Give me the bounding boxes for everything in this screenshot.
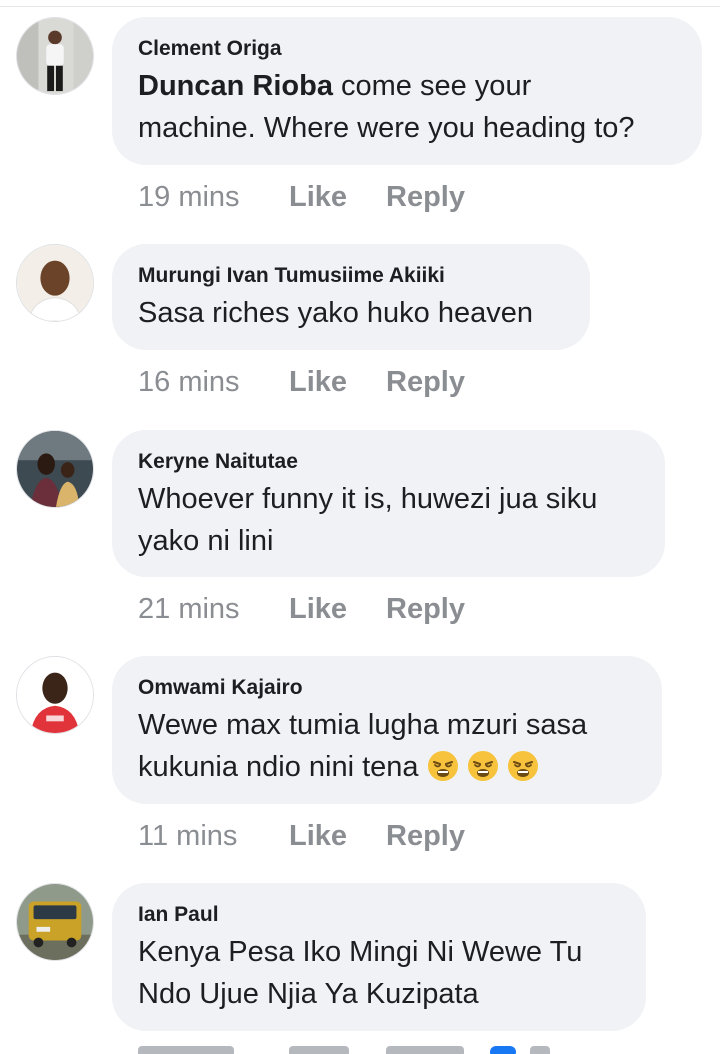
reaction-count-fragment <box>530 1046 550 1054</box>
comment-text: Sasa riches yako huko heaven <box>138 297 533 329</box>
reaction-icon <box>490 1046 516 1054</box>
avatar[interactable] <box>16 17 94 95</box>
comment-text: Wewe max tumia lugha mzuri sasa kukunia … <box>138 704 636 788</box>
like-button[interactable]: Like <box>289 593 347 626</box>
divider <box>0 6 720 7</box>
comment-text-line: Kenya Pesa Iko Mingi Ni Wewe Tu <box>138 936 583 968</box>
avatar[interactable] <box>16 883 94 961</box>
comment-text: Duncan Rioba come see your machine. Wher… <box>138 65 676 149</box>
comment-bubble: Clement Origa Duncan Rioba come see your… <box>112 17 702 165</box>
like-button[interactable]: Like <box>289 820 347 853</box>
comment-text-part: come see your <box>332 70 532 102</box>
comments-feed: Clement Origa Duncan Rioba come see your… <box>0 0 720 1054</box>
comment-timestamp[interactable]: 16 mins <box>138 366 240 399</box>
mention-link[interactable]: Duncan Rioba <box>138 70 333 102</box>
comment-timestamp[interactable]: 21 mins <box>138 593 240 626</box>
comment-author[interactable]: Omwami Kajairo <box>138 676 636 700</box>
like-fragment <box>289 1046 349 1054</box>
reply-button[interactable]: Reply <box>386 593 465 626</box>
reply-button[interactable]: Reply <box>386 181 465 214</box>
comment-bubble: Ian Paul Kenya Pesa Iko Mingi Ni Wewe Tu… <box>112 883 646 1031</box>
weary-face-icon <box>507 750 539 782</box>
weary-face-icon <box>467 750 499 782</box>
comment-text-line: Ndo Ujue Njia Ya Kuzipata <box>138 978 479 1010</box>
like-button[interactable]: Like <box>289 181 347 214</box>
comment-text-line: Wewe max tumia lugha mzuri sasa <box>138 709 588 741</box>
comment-author[interactable]: Murungi Ivan Tumusiime Akiiki <box>138 264 564 288</box>
comment-text: Whoever funny it is, huwezi jua siku yak… <box>138 478 639 562</box>
weary-face-icon <box>427 750 459 782</box>
comment-author[interactable]: Keryne Naitutae <box>138 450 639 474</box>
timestamp-fragment <box>138 1046 234 1054</box>
reply-button[interactable]: Reply <box>386 366 465 399</box>
comment-author[interactable]: Clement Origa <box>138 37 676 61</box>
comment-timestamp[interactable]: 11 mins <box>138 820 237 853</box>
comment-bubble: Murungi Ivan Tumusiime Akiiki Sasa riche… <box>112 244 590 350</box>
avatar[interactable] <box>16 656 94 734</box>
like-button[interactable]: Like <box>289 366 347 399</box>
reply-fragment <box>386 1046 464 1054</box>
comment-text-line: machine. Where were you heading to? <box>138 112 635 144</box>
avatar[interactable] <box>16 244 94 322</box>
comment-author[interactable]: Ian Paul <box>138 903 620 927</box>
comment-bubble: Omwami Kajairo Wewe max tumia lugha mzur… <box>112 656 662 804</box>
comment-text: Kenya Pesa Iko Mingi Ni Wewe Tu Ndo Ujue… <box>138 931 620 1015</box>
comment-actions-partial <box>138 1046 558 1054</box>
reply-button[interactable]: Reply <box>386 820 465 853</box>
comment-bubble: Keryne Naitutae Whoever funny it is, huw… <box>112 430 665 577</box>
comment-text-line: yako ni lini <box>138 525 274 557</box>
comment-text-line: kukunia ndio nini tena <box>138 751 419 783</box>
avatar[interactable] <box>16 430 94 508</box>
comment-timestamp[interactable]: 19 mins <box>138 181 240 214</box>
comment-text-line: Whoever funny it is, huwezi jua siku <box>138 483 598 515</box>
